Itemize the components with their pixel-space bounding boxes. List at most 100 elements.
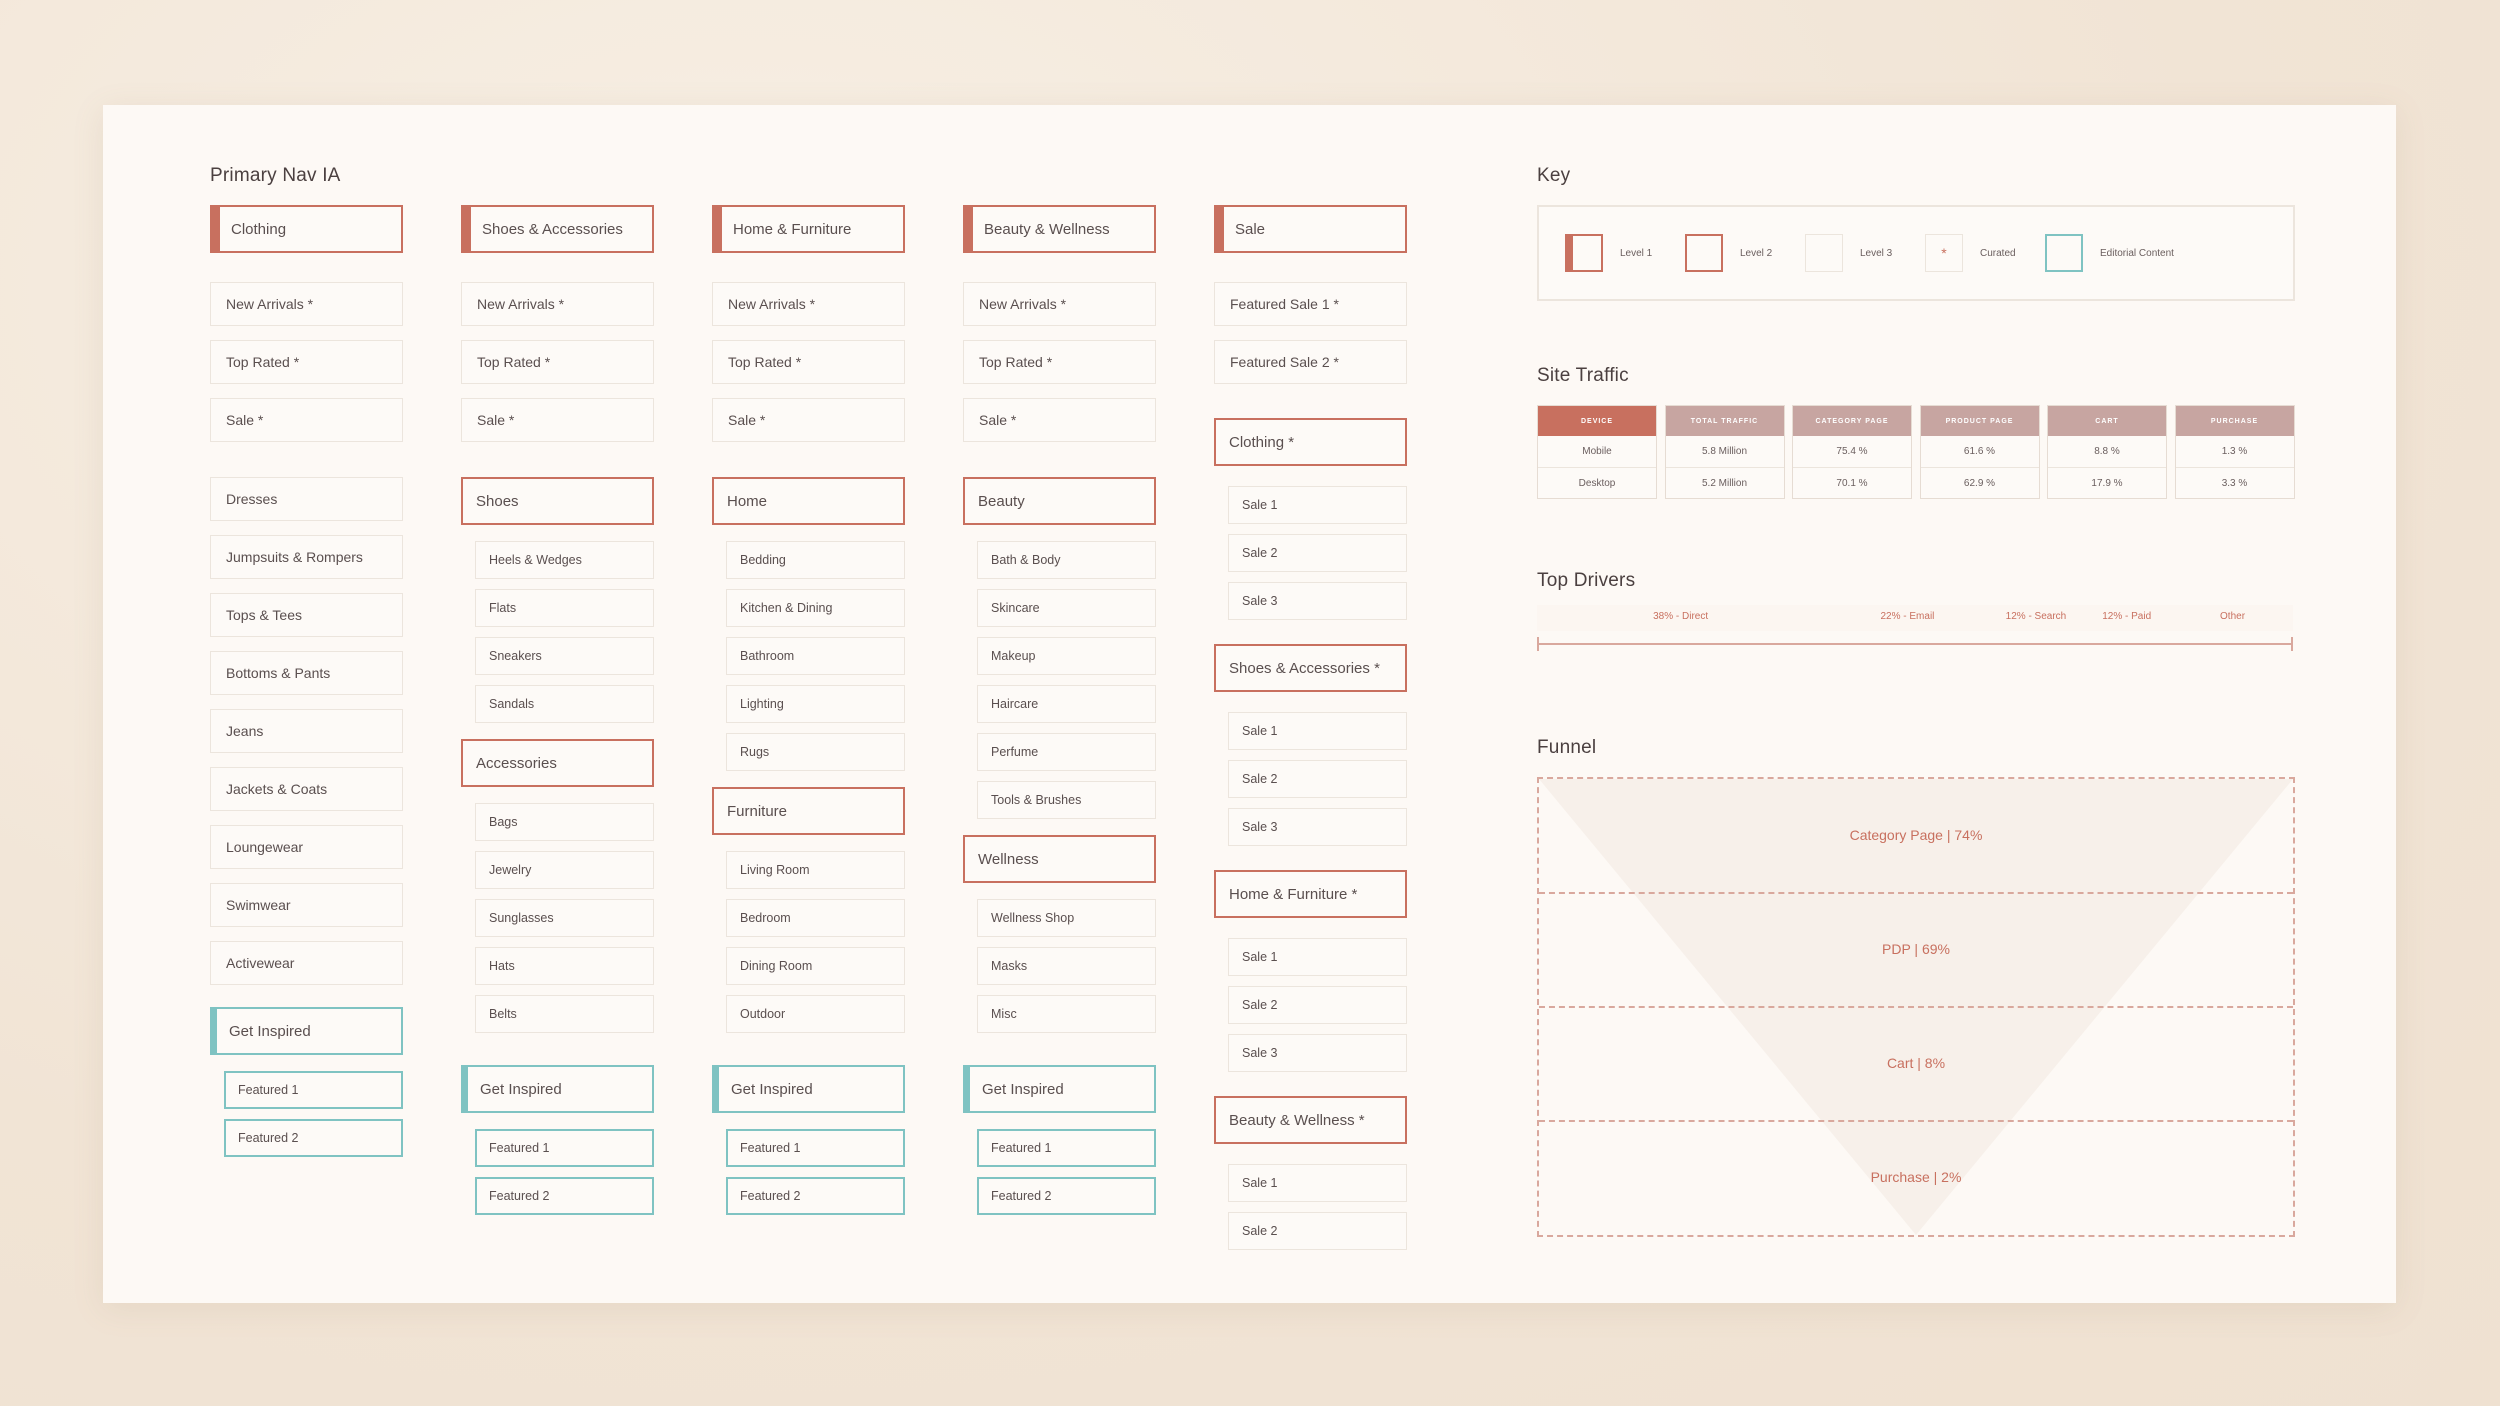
nav-l3-item[interactable]: Sale 3 — [1228, 1034, 1407, 1072]
nav-l3-item[interactable]: Dining Room — [726, 947, 905, 985]
nav-l3-item[interactable]: Perfume — [977, 733, 1156, 771]
nav-l2-item[interactable]: Jumpsuits & Rompers — [210, 535, 403, 579]
traffic-cell: 75.4 % — [1836, 446, 1868, 457]
nav-curated-item[interactable]: New Arrivals * — [712, 282, 905, 326]
nav-l3-item[interactable]: Sale 1 — [1228, 938, 1407, 976]
nav-get-inspired[interactable]: Get Inspired — [461, 1065, 654, 1113]
traffic-cell: 61.6 % — [1963, 446, 1996, 457]
nav-l3-item[interactable]: Sale 2 — [1228, 1212, 1407, 1250]
nav-l2-item[interactable]: Beauty — [963, 477, 1156, 525]
nav-curated-item[interactable]: New Arrivals * — [963, 282, 1156, 326]
nav-curated-item[interactable]: Top Rated * — [963, 340, 1156, 384]
nav-l2-item[interactable]: Loungewear — [210, 825, 403, 869]
nav-l2-item[interactable]: Home — [712, 477, 905, 525]
nav-l2-item[interactable]: Bottoms & Pants — [210, 651, 403, 695]
nav-l3-item[interactable]: Sale 3 — [1228, 808, 1407, 846]
funnel-stage-label: PDP | 69% — [1882, 941, 1950, 957]
nav-l2-item[interactable]: Wellness — [963, 835, 1156, 883]
nav-get-inspired[interactable]: Get Inspired — [712, 1065, 905, 1113]
nav-curated-item[interactable]: Featured Sale 2 * — [1214, 340, 1407, 384]
nav-l3-item[interactable]: Sandals — [475, 685, 654, 723]
nav-l2-item[interactable]: Jeans — [210, 709, 403, 753]
nav-l3-item[interactable]: Bath & Body — [977, 541, 1156, 579]
nav-l1-item[interactable]: Sale — [1214, 205, 1407, 253]
nav-curated-item[interactable]: Sale * — [712, 398, 905, 442]
nav-l3-item[interactable]: Jewelry — [475, 851, 654, 889]
nav-curated-item[interactable]: Top Rated * — [461, 340, 654, 384]
nav-l2-item[interactable]: Clothing * — [1214, 418, 1407, 466]
nav-featured-item[interactable]: Featured 2 — [977, 1177, 1156, 1215]
nav-l3-item[interactable]: Belts — [475, 995, 654, 1033]
nav-l3-item[interactable]: Bedroom — [726, 899, 905, 937]
nav-l3-item[interactable]: Rugs — [726, 733, 905, 771]
nav-l2-item[interactable]: Accessories — [461, 739, 654, 787]
traffic-cell: 17.9 % — [2048, 467, 2166, 498]
nav-l1-item[interactable]: Shoes & Accessories — [461, 205, 654, 253]
nav-curated-item[interactable]: Sale * — [210, 398, 403, 442]
nav-l1-item[interactable]: Clothing — [210, 205, 403, 253]
nav-l1-item[interactable]: Home & Furniture — [712, 205, 905, 253]
traffic-cell: 62.9 % — [1920, 467, 2039, 498]
nav-featured-item[interactable]: Featured 1 — [977, 1129, 1156, 1167]
nav-l3-item[interactable]: Masks — [977, 947, 1156, 985]
nav-featured-item[interactable]: Featured 2 — [475, 1177, 654, 1215]
nav-featured-item[interactable]: Featured 1 — [475, 1129, 654, 1167]
nav-featured-item[interactable]: Featured 1 — [726, 1129, 905, 1167]
nav-curated-item[interactable]: Sale * — [461, 398, 654, 442]
nav-curated-item[interactable]: Top Rated * — [210, 340, 403, 384]
nav-l3-item[interactable]: Bedding — [726, 541, 905, 579]
nav-l2-item[interactable]: Jackets & Coats — [210, 767, 403, 811]
nav-l2-item[interactable]: Dresses — [210, 477, 403, 521]
nav-l3-item[interactable]: Sale 1 — [1228, 1164, 1407, 1202]
nav-curated-item[interactable]: New Arrivals * — [461, 282, 654, 326]
traffic-column: CART 8.8 % 17.9 % — [2047, 405, 2167, 499]
nav-l3-item[interactable]: Hats — [475, 947, 654, 985]
nav-l3-item[interactable]: Tools & Brushes — [977, 781, 1156, 819]
nav-curated-item[interactable]: Sale * — [963, 398, 1156, 442]
key-item-editorial: Editorial Content — [2045, 234, 2174, 272]
nav-curated-item[interactable]: Featured Sale 1 * — [1214, 282, 1407, 326]
nav-l2-item[interactable]: Activewear — [210, 941, 403, 985]
driver-segment-label: 38% - Direct — [1653, 611, 1709, 622]
nav-l2-item[interactable]: Swimwear — [210, 883, 403, 927]
nav-get-inspired[interactable]: Get Inspired — [210, 1007, 403, 1055]
nav-l3-item[interactable]: Sunglasses — [475, 899, 654, 937]
nav-l2-item[interactable]: Furniture — [712, 787, 905, 835]
nav-l3-item[interactable]: Makeup — [977, 637, 1156, 675]
nav-l2-item[interactable]: Beauty & Wellness * — [1214, 1096, 1407, 1144]
nav-l2-item[interactable]: Home & Furniture * — [1214, 870, 1407, 918]
nav-l3-item[interactable]: Living Room — [726, 851, 905, 889]
nav-l3-item[interactable]: Kitchen & Dining — [726, 589, 905, 627]
nav-l3-item[interactable]: Sale 3 — [1228, 582, 1407, 620]
nav-l3-item[interactable]: Sale 1 — [1228, 712, 1407, 750]
nav-l3-item[interactable]: Sale 1 — [1228, 486, 1407, 524]
nav-l3-item[interactable]: Misc — [977, 995, 1156, 1033]
nav-l1-item[interactable]: Beauty & Wellness — [963, 205, 1156, 253]
nav-l3-item[interactable]: Lighting — [726, 685, 905, 723]
nav-featured-item[interactable]: Featured 2 — [726, 1177, 905, 1215]
nav-l3-item[interactable]: Flats — [475, 589, 654, 627]
nav-l3-item[interactable]: Wellness Shop — [977, 899, 1156, 937]
nav-l3-item[interactable]: Bags — [475, 803, 654, 841]
nav-l3-item[interactable]: Skincare — [977, 589, 1156, 627]
nav-curated-item[interactable]: Top Rated * — [712, 340, 905, 384]
nav-l3-item[interactable]: Sneakers — [475, 637, 654, 675]
nav-l3-item[interactable]: Sale 2 — [1228, 534, 1407, 572]
nav-get-inspired[interactable]: Get Inspired — [963, 1065, 1156, 1113]
nav-l3-item[interactable]: Bathroom — [726, 637, 905, 675]
nav-l2-item[interactable]: Shoes & Accessories * — [1214, 644, 1407, 692]
nav-l2-item[interactable]: Tops & Tees — [210, 593, 403, 637]
nav-l3-item[interactable]: Outdoor — [726, 995, 905, 1033]
key-swatch-icon — [2045, 234, 2083, 272]
nav-l3-item[interactable]: Sale 2 — [1228, 986, 1407, 1024]
key-swatch-icon: * — [1925, 234, 1963, 272]
nav-l2-item[interactable]: Shoes — [461, 477, 654, 525]
nav-featured-item[interactable]: Featured 2 — [224, 1119, 403, 1157]
traffic-column: PURCHASE 1.3 % 3.3 % — [2174, 405, 2295, 499]
nav-l3-item[interactable]: Sale 2 — [1228, 760, 1407, 798]
nav-featured-item[interactable]: Featured 1 — [224, 1071, 403, 1109]
nav-l3-item[interactable]: Heels & Wedges — [475, 541, 654, 579]
key-item-curated: * Curated — [1925, 234, 2016, 272]
nav-curated-item[interactable]: New Arrivals * — [210, 282, 403, 326]
nav-l3-item[interactable]: Haircare — [977, 685, 1156, 723]
